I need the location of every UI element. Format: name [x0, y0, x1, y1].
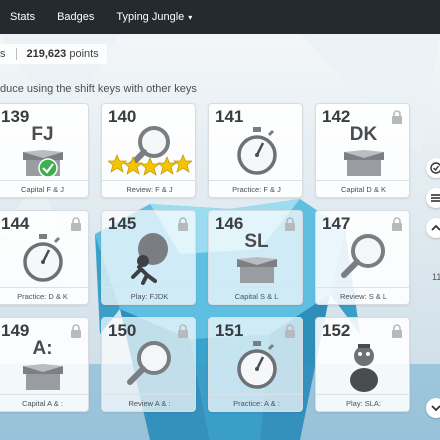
lock-icon	[285, 217, 295, 231]
lesson-label: Review A & :	[102, 394, 195, 411]
lesson-label: Capital A & :	[0, 394, 88, 411]
lock-icon	[392, 217, 402, 231]
box-letters: A:	[32, 338, 53, 359]
lesson-label: Review: F & J	[102, 180, 195, 197]
box-icon: SL	[209, 231, 302, 287]
magnifier-icon	[316, 231, 409, 287]
stopwatch-icon	[209, 338, 302, 394]
lock-icon	[285, 324, 295, 338]
chevron-up-icon	[431, 224, 440, 231]
box-letters: FJ	[31, 124, 54, 145]
five-stars-icon	[108, 154, 192, 176]
lesson-label: Practice: F & J	[209, 180, 302, 197]
points-suffix: points	[69, 48, 99, 60]
top-nav-bar: Stats Badges Typing Jungle ▾	[0, 0, 440, 34]
points-display: 219,623 points	[27, 48, 99, 60]
lesson-card-150[interactable]: 150 Review A & :	[101, 317, 196, 412]
lesson-card-147[interactable]: 147 Review: S & L	[315, 210, 410, 305]
lock-icon	[71, 217, 81, 231]
progress-check-button[interactable]	[426, 158, 440, 178]
lock-icon	[392, 324, 402, 338]
lesson-card-144[interactable]: 144 Practice: D & K	[0, 210, 89, 305]
character-game-icon	[316, 338, 409, 394]
box-letters: SL	[244, 231, 269, 252]
lesson-card-145[interactable]: 145 Play: FJDK	[101, 210, 196, 305]
nav-typing-jungle[interactable]: Typing Jungle ▾	[116, 11, 192, 23]
lesson-card-149[interactable]: 149 A: Capital A & :	[0, 317, 89, 412]
lesson-card-139[interactable]: 139 FJ Capital F & J	[0, 103, 89, 198]
lesson-card-146[interactable]: 146 SL Capital S & L	[208, 210, 303, 305]
lock-icon	[178, 217, 188, 231]
lesson-card-152[interactable]: 152 Play: SLA:	[315, 317, 410, 412]
lock-icon	[178, 324, 188, 338]
magnifier-icon	[102, 338, 195, 394]
lesson-label: Capital S & L	[209, 287, 302, 304]
lesson-label: Review: S & L	[316, 287, 409, 304]
check-circle-icon	[430, 162, 440, 174]
lesson-grid: 139 FJ Capital F & J 140 Review: F & J 1…	[0, 103, 410, 412]
menu-icon	[431, 194, 440, 202]
stats-divider	[15, 48, 17, 60]
lesson-label: Practice: A & :	[209, 394, 302, 411]
menu-button[interactable]	[426, 188, 440, 208]
stats-strip: s 219,623 points	[0, 44, 107, 64]
lock-icon	[71, 324, 81, 338]
lesson-subtitle: duce using the shift keys with other key…	[0, 83, 197, 95]
box-letters: DK	[349, 124, 378, 145]
lesson-label: Play: SLA:	[316, 394, 409, 411]
nav-stats[interactable]: Stats	[10, 11, 35, 23]
box-icon: FJ	[0, 124, 88, 180]
scroll-down-button[interactable]	[426, 398, 440, 418]
lesson-label: Capital D & K	[316, 180, 409, 197]
lesson-card-151[interactable]: 151 Practice: A & :	[208, 317, 303, 412]
lesson-card-142[interactable]: 142 DK Capital D & K	[315, 103, 410, 198]
lesson-card-140[interactable]: 140 Review: F & J	[101, 103, 196, 198]
chevron-down-icon	[431, 405, 440, 412]
check-badge-icon	[37, 158, 58, 178]
box-icon: A:	[0, 338, 88, 394]
lesson-label: Practice: D & K	[0, 287, 88, 304]
stats-fragment: s	[0, 48, 6, 60]
stopwatch-icon	[0, 231, 88, 287]
lesson-card-141[interactable]: 141 Practice: F & J	[208, 103, 303, 198]
nav-badges[interactable]: Badges	[57, 11, 94, 23]
chevron-down-icon: ▾	[188, 13, 193, 22]
points-value: 219,623	[26, 48, 67, 60]
boulder-game-icon	[102, 231, 195, 287]
box-icon: DK	[316, 124, 409, 180]
lock-icon	[392, 110, 402, 124]
nav-typing-jungle-label: Typing Jungle	[116, 11, 185, 23]
scroll-up-button[interactable]	[426, 218, 440, 238]
rail-page-text: 11	[432, 272, 440, 282]
lesson-label: Play: FJDK	[102, 287, 195, 304]
lesson-label: Capital F & J	[0, 180, 88, 197]
stopwatch-icon	[209, 124, 302, 180]
